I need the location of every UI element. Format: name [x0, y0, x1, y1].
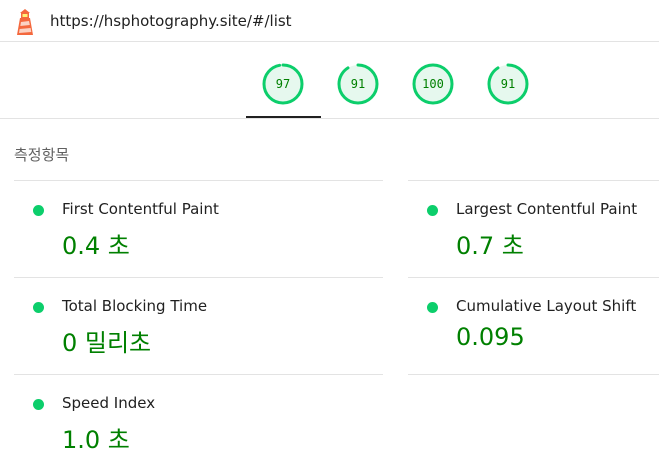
- metric-value: 1.0 초: [62, 426, 130, 454]
- category-gauges: 97 91 100 91: [0, 43, 659, 119]
- gauge-accessibility[interactable]: 91: [337, 63, 379, 105]
- metric-value: 0.4 초: [62, 232, 130, 260]
- active-tab-underline: [246, 116, 321, 118]
- pass-dot-icon: [33, 302, 44, 313]
- metric-largest-contentful-paint: Largest Contentful Paint 0.7 초: [408, 180, 659, 277]
- lighthouse-logo-icon: [17, 9, 33, 35]
- pass-dot-icon: [427, 302, 438, 313]
- pass-dot-icon: [33, 399, 44, 410]
- pass-dot-icon: [427, 205, 438, 216]
- page-url: https://hsphotography.site/#/list: [50, 12, 292, 30]
- gauge-seo[interactable]: 91: [487, 63, 529, 105]
- divider: [408, 374, 659, 375]
- gauge-best-practices[interactable]: 100: [412, 63, 454, 105]
- gauge-score: 100: [422, 77, 444, 91]
- metric-speed-index: Speed Index 1.0 초: [14, 374, 383, 458]
- metric-value: 0.095: [456, 323, 525, 351]
- metric-cumulative-layout-shift: Cumulative Layout Shift 0.095: [408, 277, 659, 374]
- metric-title: First Contentful Paint: [62, 200, 219, 218]
- metric-title: Total Blocking Time: [62, 297, 208, 315]
- gauge-performance[interactable]: 97: [262, 63, 304, 105]
- metric-first-contentful-paint: First Contentful Paint 0.4 초: [14, 180, 383, 277]
- metric-title: Speed Index: [62, 394, 156, 412]
- gauge-score: 91: [500, 77, 516, 91]
- pass-dot-icon: [33, 205, 44, 216]
- metric-title: Cumulative Layout Shift: [456, 297, 637, 315]
- metric-value: 0 밀리초: [62, 329, 152, 357]
- metrics-section-title: 측정항목: [14, 146, 70, 164]
- gauge-score: 91: [350, 77, 366, 91]
- top-bar: https://hsphotography.site/#/list: [0, 0, 659, 42]
- metric-value: 0.7 초: [456, 232, 524, 260]
- gauge-score: 97: [275, 77, 291, 91]
- metric-total-blocking-time: Total Blocking Time 0 밀리초: [14, 277, 383, 374]
- metric-title: Largest Contentful Paint: [456, 200, 638, 218]
